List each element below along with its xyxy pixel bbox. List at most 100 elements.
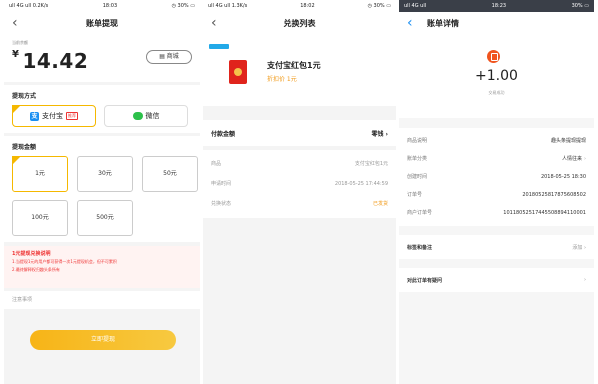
- detail-key: 商品说明: [407, 138, 428, 144]
- battery-text: 30% ▭: [571, 3, 589, 9]
- method-label: 支付宝: [42, 112, 63, 120]
- selected-corner-icon: [12, 156, 21, 165]
- signal-text: ull 4G ull 0.2K/s: [9, 3, 49, 9]
- amount-option[interactable]: 30元: [77, 156, 133, 192]
- status-bar: ull 4G ull 18:23 30% ▭: [399, 0, 594, 12]
- amount-title: 提现金额: [12, 144, 37, 151]
- amount-section: 提现金额 1元 30元 50元 100元 500元: [4, 136, 200, 242]
- detail-row: 订单号 20180525817875608502: [407, 186, 586, 204]
- method-alipay[interactable]: 支 支付宝 推荐: [12, 105, 96, 127]
- tags-row[interactable]: 标签和备注 添加 ›: [399, 235, 594, 259]
- info-row: 申请时间 2018-05-25 17:44:59: [211, 174, 388, 194]
- status-bar: ull 4G ull 0.2K/s 18:03 ◷ 30% ▭: [4, 0, 200, 12]
- detail-row: 商户订单号 10118052517445508894110001: [407, 204, 586, 222]
- detail-value: 20180525817875608502: [522, 192, 586, 198]
- info-key: 商品: [211, 161, 222, 167]
- method-wechat[interactable]: 微信: [104, 105, 188, 127]
- exchange-list-screen: ull 4G ull 1.3K/s 18:02 ◷ 30% ▭ ‹ 兑换列表 支…: [203, 0, 396, 384]
- product-name: 支付宝红包1元: [267, 61, 321, 70]
- status-value: 已发货: [372, 201, 388, 207]
- signal-text: ull 4G ull 1.3K/s: [208, 3, 248, 9]
- nav-bar: ‹ 兑换列表: [203, 12, 396, 34]
- clock: 18:02: [300, 3, 315, 9]
- question-label: 对此订单有疑问: [407, 277, 443, 284]
- info-value: 2018-05-25 17:44:59: [334, 181, 388, 187]
- withdraw-button[interactable]: 立即提现: [30, 330, 176, 350]
- order-info: 商品 支付宝红包1元 申请时间 2018-05-25 17:44:59 兑换状态 已发…: [203, 150, 396, 218]
- mall-button[interactable]: ▤ 商城: [146, 50, 192, 64]
- red-envelope-icon: [229, 60, 247, 84]
- bill-detail-screen: ull 4G ull 18:23 30% ▭ ‹ 账单详情 +1.00 交易成功…: [399, 0, 594, 384]
- info-key: 兑换状态: [211, 201, 232, 207]
- back-icon[interactable]: ‹: [12, 15, 26, 31]
- currency-symbol: ¥: [12, 49, 20, 60]
- notice-box: 1元提现兑换说明 1.当提现1元的用户都可获得一次1元提现机会，但不可累积 2.…: [4, 246, 200, 288]
- question-row[interactable]: 对此订单有疑问 ›: [399, 268, 594, 292]
- info-key: 申请时间: [211, 181, 232, 187]
- transaction-amount: +1.00: [475, 68, 518, 84]
- balance-value: 14.42: [22, 49, 89, 73]
- product-price: 折扣价 1元: [267, 76, 297, 83]
- balance-card: 当前余额 ¥14.42 ▤ 商城: [4, 34, 200, 82]
- amount-header: +1.00 交易成功: [399, 34, 594, 118]
- selected-corner-icon: [12, 105, 21, 114]
- shopping-bag-icon: [487, 50, 500, 63]
- detail-key: 创建时间: [407, 174, 428, 180]
- amount-option[interactable]: 50元: [142, 156, 198, 192]
- amount-label: 50元: [163, 170, 177, 177]
- page-title: 账单提现: [86, 18, 118, 28]
- amount-option[interactable]: 100元: [12, 200, 68, 236]
- detail-value: 人情往来: [561, 156, 582, 162]
- mall-label: 商城: [166, 53, 179, 60]
- notice-title: 1元提现兑换说明: [12, 251, 51, 257]
- clock: 18:23: [491, 3, 507, 9]
- wechat-icon: [132, 112, 143, 120]
- detail-key: 账单分类: [407, 156, 428, 162]
- method-label: 微信: [145, 112, 160, 120]
- detail-value: 趣头条提现提现: [550, 138, 586, 144]
- amount-label: 100元: [31, 214, 49, 221]
- battery-text: ◷ 30% ▭: [171, 3, 195, 9]
- amount-label: 30元: [98, 170, 112, 177]
- nav-bar: ‹ 账单提现: [4, 12, 200, 34]
- payment-value: 零钱 ›: [371, 130, 388, 138]
- notice-line: 1.当提现1元的用户都可获得一次1元提现机会，但不可累积: [12, 259, 117, 264]
- page-title: 账单详情: [427, 18, 459, 28]
- detail-value: 2018-05-25 18:30: [540, 174, 586, 180]
- withdraw-screen: ull 4G ull 0.2K/s 18:03 ◷ 30% ▭ ‹ 账单提现 当…: [4, 0, 200, 384]
- info-value: 支付宝红包1元: [354, 161, 388, 167]
- detail-row: 商品说明 趣头条提现提现: [407, 132, 586, 150]
- alipay-icon: 支: [30, 111, 39, 121]
- page-title: 兑换列表: [283, 18, 316, 28]
- info-row: 商品 支付宝红包1元: [211, 154, 388, 174]
- chevron-right-icon: ›: [584, 277, 586, 283]
- payment-label: 付款金额: [211, 130, 236, 138]
- tags-label: 标签和备注: [407, 244, 433, 251]
- balance-label: 当前余额: [12, 40, 28, 45]
- detail-value: 10118052517445508894110001: [503, 210, 586, 216]
- tags-value: 添加: [572, 244, 583, 251]
- clock: 18:03: [102, 3, 118, 9]
- nav-bar: ‹ 账单详情: [399, 12, 594, 34]
- back-icon[interactable]: ‹: [407, 15, 421, 31]
- detail-row: 创建时间 2018-05-25 18:30: [407, 168, 586, 186]
- amount-label: 500元: [96, 214, 114, 221]
- amount-option[interactable]: 500元: [77, 200, 133, 236]
- back-icon[interactable]: ‹: [211, 15, 225, 31]
- recommend-badge: 推荐: [66, 112, 78, 120]
- detail-row[interactable]: 账单分类 人情往来 ›: [407, 150, 586, 168]
- notice-line: 2.最终解释权归趣头条所有: [12, 267, 60, 272]
- amount-option[interactable]: 1元: [12, 156, 68, 192]
- notes-row[interactable]: 注意事项: [4, 291, 200, 309]
- signal-text: ull 4G ull: [404, 3, 427, 9]
- chevron-right-icon: ›: [584, 244, 586, 251]
- status-bar: ull 4G ull 1.3K/s 18:02 ◷ 30% ▭: [203, 0, 396, 12]
- detail-key: 订单号: [407, 192, 423, 198]
- product-card[interactable]: 支付宝红包1元 折扣价 1元: [203, 34, 396, 106]
- method-section: 提现方式 支 支付宝 推荐 微信: [4, 85, 200, 133]
- amount-label: 1元: [35, 170, 45, 177]
- method-title: 提现方式: [12, 93, 37, 100]
- detail-key: 商户订单号: [407, 210, 433, 216]
- info-row: 兑换状态 已发货: [211, 194, 388, 214]
- payment-row[interactable]: 付款金额 零钱 ›: [203, 120, 396, 146]
